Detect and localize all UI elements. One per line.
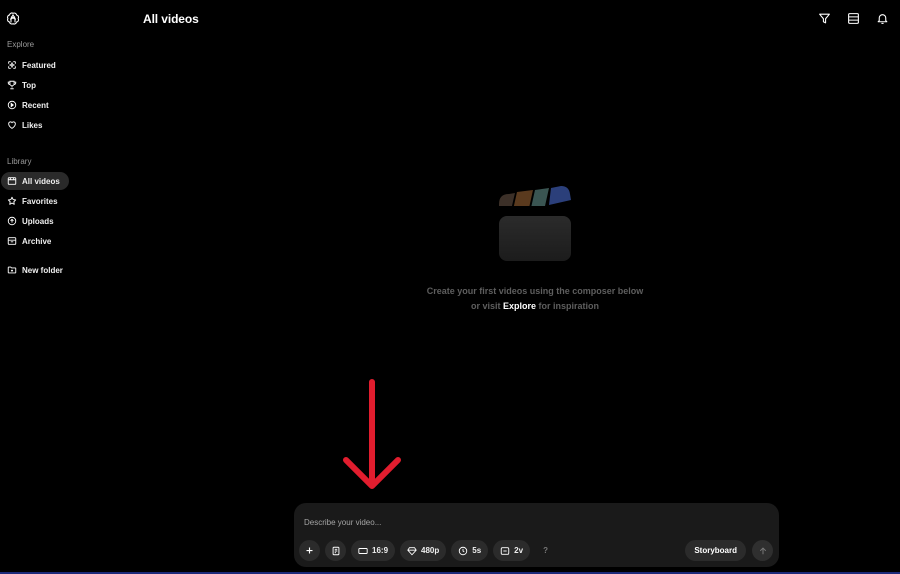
sidebar-item-label: Recent bbox=[22, 100, 49, 110]
aspect-ratio-icon bbox=[358, 547, 368, 554]
resolution-button[interactable]: 480p bbox=[400, 540, 447, 561]
video-composer: 16:9 480p 5s 2v ? Storyboard bbox=[294, 503, 779, 567]
help-button[interactable]: ? bbox=[535, 540, 556, 561]
sidebar-item-label: Likes bbox=[22, 120, 43, 130]
folder-plus-icon bbox=[7, 265, 17, 275]
prompt-input[interactable] bbox=[304, 515, 764, 529]
library-section: Library All videos Favorites Uploads Arc… bbox=[0, 157, 130, 279]
sidebar-item-all-videos[interactable]: All videos bbox=[1, 172, 69, 190]
explore-section: Explore Featured Top Recent Likes bbox=[0, 40, 130, 134]
variations-value: 2v bbox=[514, 546, 524, 555]
variations-icon bbox=[500, 546, 510, 555]
empty-state-line1: Create your first videos using the compo… bbox=[426, 286, 644, 296]
aspect-ratio-button[interactable]: 16:9 bbox=[351, 540, 396, 561]
sidebar-item-label: Featured bbox=[22, 60, 56, 70]
sidebar-item-label: Top bbox=[22, 80, 37, 90]
duration-button[interactable]: 5s bbox=[451, 540, 489, 561]
openai-logo-icon[interactable] bbox=[5, 11, 21, 27]
explore-link[interactable]: Explore bbox=[503, 301, 536, 311]
sidebar-item-top[interactable]: Top bbox=[0, 76, 45, 94]
empty-state-suffix: for inspiration bbox=[538, 301, 600, 311]
star-icon bbox=[7, 196, 17, 206]
bell-icon[interactable] bbox=[874, 10, 890, 26]
aspect-ratio-value: 16:9 bbox=[372, 546, 389, 555]
top-actions bbox=[816, 10, 890, 26]
sidebar-item-recent[interactable]: Recent bbox=[0, 96, 58, 114]
filter-icon[interactable] bbox=[816, 10, 832, 26]
red-down-arrow-icon bbox=[343, 379, 401, 489]
storyboard-button[interactable]: Storyboard bbox=[685, 540, 746, 561]
clapperboard-icon bbox=[499, 186, 571, 261]
plus-icon bbox=[306, 547, 313, 554]
videos-icon bbox=[7, 176, 17, 186]
sidebar-item-label: All videos bbox=[22, 176, 60, 186]
diamond-icon bbox=[407, 546, 417, 555]
sidebar: Explore Featured Top Recent Likes Librar… bbox=[0, 40, 130, 279]
page-title: All videos bbox=[143, 12, 199, 26]
variations-button[interactable]: 2v bbox=[493, 540, 531, 561]
arrow-up-icon bbox=[759, 546, 766, 554]
upload-icon bbox=[7, 216, 17, 226]
sidebar-item-label: New folder bbox=[22, 265, 63, 275]
sidebar-item-label: Archive bbox=[22, 236, 52, 246]
sidebar-item-label: Favorites bbox=[22, 196, 58, 206]
duration-value: 5s bbox=[472, 546, 482, 555]
grid-view-icon[interactable] bbox=[845, 10, 861, 26]
sidebar-item-new-folder[interactable]: New folder bbox=[0, 261, 72, 279]
sidebar-item-uploads[interactable]: Uploads bbox=[0, 212, 63, 230]
help-icon: ? bbox=[543, 546, 548, 555]
preset-icon bbox=[332, 546, 339, 555]
explore-section-label: Explore bbox=[7, 40, 35, 49]
clock-icon bbox=[459, 546, 468, 555]
resolution-value: 480p bbox=[421, 546, 440, 555]
sidebar-item-likes[interactable]: Likes bbox=[0, 116, 51, 134]
library-section-label: Library bbox=[7, 157, 32, 166]
sidebar-item-favorites[interactable]: Favorites bbox=[0, 192, 67, 210]
composer-toolbar: 16:9 480p 5s 2v ? bbox=[299, 540, 556, 561]
archive-icon bbox=[7, 236, 17, 246]
sidebar-item-archive[interactable]: Archive bbox=[0, 232, 60, 250]
sidebar-item-label: Uploads bbox=[22, 216, 54, 226]
trophy-icon bbox=[7, 80, 17, 90]
add-button[interactable] bbox=[299, 540, 320, 561]
presets-button[interactable] bbox=[325, 540, 346, 561]
empty-state-line2: or visit Explore for inspiration bbox=[400, 299, 670, 314]
sidebar-item-featured[interactable]: Featured bbox=[0, 56, 65, 74]
recent-icon bbox=[7, 100, 17, 110]
heart-icon bbox=[7, 120, 17, 130]
empty-state-text: Create your first videos using the compo… bbox=[400, 284, 670, 314]
submit-button[interactable] bbox=[752, 540, 773, 561]
empty-state: Create your first videos using the compo… bbox=[400, 170, 670, 314]
featured-icon bbox=[7, 60, 17, 70]
empty-state-prefix: or visit bbox=[470, 301, 501, 311]
